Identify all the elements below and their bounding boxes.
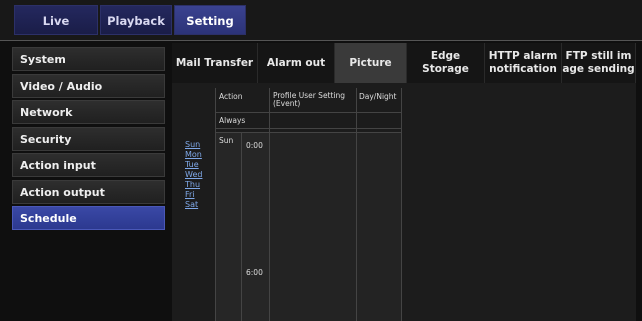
tab-edge-storage[interactable]: Edge Storage: [407, 43, 485, 83]
day-link-wed[interactable]: Wed: [185, 170, 202, 180]
grid-line: [215, 112, 401, 113]
grid-line: [241, 133, 242, 321]
tab-mail-transfer[interactable]: Mail Transfer: [172, 43, 258, 83]
grid-line: [356, 88, 357, 321]
sidebar-item-action-output[interactable]: Action output: [12, 179, 165, 204]
tab-label-line1: HTTP alarm: [488, 50, 558, 62]
always-row: Always: [219, 116, 246, 125]
profile-column[interactable]: [269, 133, 356, 321]
tab-live[interactable]: Live: [14, 5, 98, 35]
grid-line: [215, 132, 401, 133]
tab-picture[interactable]: Picture: [335, 43, 407, 83]
header-daynight: Day/Night: [359, 92, 397, 101]
header-action: Action: [219, 92, 243, 101]
tab-label-line1: FTP still im: [565, 50, 632, 62]
sidebar: System Video / Audio Network Security Ac…: [12, 47, 165, 233]
header-profile: Profile User Setting (Event): [273, 91, 346, 108]
sidebar-item-schedule[interactable]: Schedule: [12, 206, 165, 230]
time-label-0: 0:00: [246, 141, 263, 150]
schedule-tabs: Mail Transfer Alarm out Picture Edge Sto…: [172, 43, 636, 83]
day-link-mon[interactable]: Mon: [185, 150, 202, 160]
tab-label: Alarm out: [266, 56, 326, 69]
tab-alarm-out[interactable]: Alarm out: [258, 43, 335, 83]
schedule-grid: Action Profile User Setting (Event) Day/…: [215, 88, 402, 321]
day-link-thu[interactable]: Thu: [185, 180, 202, 190]
divider: [0, 40, 642, 41]
tab-label-line2: notification: [489, 63, 557, 75]
sidebar-item-system[interactable]: System: [12, 47, 165, 71]
tab-setting[interactable]: Setting: [174, 5, 246, 35]
day-link-sat[interactable]: Sat: [185, 200, 202, 210]
time-column: [215, 133, 269, 321]
tab-label: Mail Transfer: [175, 56, 254, 69]
tab-ftp-still-image-sending[interactable]: FTP still im age sending: [562, 43, 636, 83]
tab-playback[interactable]: Playback: [100, 5, 172, 35]
daynight-column[interactable]: [356, 133, 401, 321]
grid-line: [401, 88, 402, 321]
sidebar-item-security[interactable]: Security: [12, 126, 165, 151]
grid-line: [269, 88, 270, 321]
day-link-tue[interactable]: Tue: [185, 160, 202, 170]
grid-line: [215, 128, 401, 129]
tab-label: Edge Storage: [422, 50, 469, 75]
day-label: Sun: [219, 136, 234, 145]
sidebar-item-action-input[interactable]: Action input: [12, 153, 165, 177]
sidebar-item-network[interactable]: Network: [12, 100, 165, 124]
day-link-fri[interactable]: Fri: [185, 190, 202, 200]
tab-label: Picture: [349, 56, 392, 69]
day-links: Sun Mon Tue Wed Thu Fri Sat: [185, 140, 202, 210]
time-label-6: 6:00: [246, 268, 263, 277]
day-link-sun[interactable]: Sun: [185, 140, 202, 150]
top-navigation: Live Playback Setting: [0, 0, 642, 40]
tab-label-line2: age sending: [562, 63, 635, 75]
tab-http-alarm-notification[interactable]: HTTP alarm notification: [485, 43, 562, 83]
sidebar-item-video-audio[interactable]: Video / Audio: [12, 73, 165, 98]
